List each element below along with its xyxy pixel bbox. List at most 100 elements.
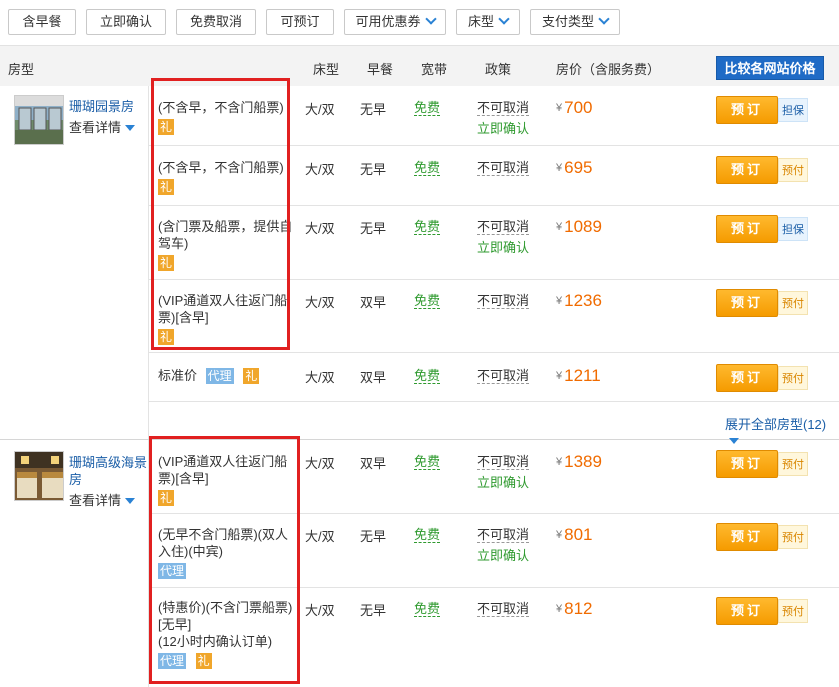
payment-tag-prepay: 预付 — [778, 525, 808, 549]
room-price: ¥1211 — [556, 366, 601, 386]
broadband-free[interactable]: 免费 — [414, 454, 441, 470]
table-header: 房型 床型 早餐 宽带 政策 房价（含服务费） 比较各网站价格 — [0, 45, 839, 86]
broadband-free[interactable]: 免费 — [414, 219, 441, 235]
breakfast: 无早 — [360, 603, 387, 618]
yen-symbol: ¥ — [556, 102, 563, 114]
bed-type: 大/双 — [305, 221, 335, 236]
filter-instant-confirm-button[interactable]: 立即确认 — [86, 9, 166, 35]
book-button[interactable]: 预订 — [716, 364, 778, 392]
cancel-policy[interactable]: 不可取消 — [477, 219, 530, 235]
book-button[interactable]: 预订 — [716, 523, 778, 551]
book-button[interactable]: 预订 — [716, 96, 778, 124]
caret-down-icon — [729, 438, 739, 444]
room-price: ¥1089 — [556, 217, 602, 237]
price-value: 812 — [564, 599, 593, 618]
broadband-free[interactable]: 免费 — [414, 601, 441, 617]
caret-down-icon — [125, 125, 136, 131]
cancel-policy[interactable]: 不可取消 — [477, 368, 530, 384]
view-details-link[interactable]: 查看详情 — [69, 117, 136, 136]
view-details-label: 查看详情 — [69, 493, 122, 508]
breakfast: 双早 — [360, 370, 387, 385]
chevron-down-icon — [498, 13, 510, 25]
bed-type: 大/双 — [305, 102, 335, 117]
bed-type: 大/双 — [305, 603, 335, 618]
breakfast: 无早 — [360, 162, 387, 177]
room-price: ¥801 — [556, 525, 593, 545]
compare-prices-button[interactable]: 比较各网站价格 — [716, 56, 824, 80]
payment-tag-prepay: 预付 — [778, 452, 808, 476]
room-price: ¥695 — [556, 158, 593, 178]
breakfast: 无早 — [360, 529, 387, 544]
cancel-policy[interactable]: 不可取消 — [477, 527, 530, 543]
room-price: ¥1389 — [556, 452, 602, 472]
broadband-free[interactable]: 免费 — [414, 293, 441, 309]
filter-coupon-dropdown[interactable]: 可用优惠券 — [344, 9, 446, 35]
cancel-policy[interactable]: 不可取消 — [477, 454, 530, 470]
yen-symbol: ¥ — [556, 603, 563, 615]
highlight-box — [151, 78, 290, 350]
yen-symbol: ¥ — [556, 456, 563, 468]
header-breakfast: 早餐 — [367, 62, 394, 77]
price-value: 1236 — [564, 291, 602, 310]
yen-symbol: ¥ — [556, 162, 563, 174]
payment-tag-prepay: 预付 — [778, 158, 808, 182]
book-button[interactable]: 预订 — [716, 289, 778, 317]
payment-tag-prepay: 预付 — [778, 599, 808, 623]
payment-tag-guarantee: 担保 — [778, 98, 808, 122]
book-button[interactable]: 预订 — [716, 450, 778, 478]
header-bed: 床型 — [313, 62, 340, 77]
price-value: 1211 — [564, 366, 601, 385]
expand-label: 展开全部房型(12) — [725, 417, 827, 432]
breakfast: 双早 — [360, 295, 387, 310]
instant-confirm: 立即确认 — [477, 121, 530, 136]
agent-badge: 代理 — [205, 368, 234, 384]
broadband-free[interactable]: 免费 — [414, 368, 441, 384]
cancel-policy[interactable]: 不可取消 — [477, 100, 530, 116]
instant-confirm: 立即确认 — [477, 240, 530, 255]
broadband-free[interactable]: 免费 — [414, 100, 441, 116]
bed-type: 大/双 — [305, 529, 335, 544]
header-price: 房价（含服务费） — [556, 62, 661, 77]
instant-confirm: 立即确认 — [477, 548, 530, 563]
room-divider — [0, 439, 839, 440]
yen-symbol: ¥ — [556, 370, 563, 382]
filter-payment-dropdown[interactable]: 支付类型 — [530, 9, 620, 35]
cancel-policy[interactable]: 不可取消 — [477, 601, 530, 617]
cancel-policy[interactable]: 不可取消 — [477, 293, 530, 309]
room-price: ¥1236 — [556, 291, 602, 311]
filter-free-cancel-button[interactable]: 免费取消 — [176, 9, 256, 35]
yen-symbol: ¥ — [556, 221, 563, 233]
payment-tag-guarantee: 担保 — [778, 217, 808, 241]
broadband-free[interactable]: 免费 — [414, 527, 441, 543]
room-photo[interactable] — [14, 451, 64, 501]
room-name[interactable]: 珊瑚园景房 — [69, 98, 134, 115]
cancel-policy[interactable]: 不可取消 — [477, 160, 530, 176]
book-button[interactable]: 预订 — [716, 156, 778, 184]
filter-bar: 含早餐 立即确认 免费取消 可预订 可用优惠券 床型 支付类型 — [0, 0, 839, 45]
instant-confirm: 立即确认 — [477, 475, 530, 490]
expand-all-room-types-link[interactable]: 展开全部房型(12) — [725, 414, 839, 448]
header-broadband: 宽带 — [421, 62, 448, 77]
filter-bookable-button[interactable]: 可预订 — [266, 9, 334, 35]
broadband-free[interactable]: 免费 — [414, 160, 441, 176]
book-button[interactable]: 预订 — [716, 597, 778, 625]
view-details-link[interactable]: 查看详情 — [69, 490, 136, 509]
filter-breakfast-button[interactable]: 含早餐 — [8, 9, 76, 35]
bed-type: 大/双 — [305, 295, 335, 310]
bed-type: 大/双 — [305, 370, 335, 385]
price-value: 801 — [564, 525, 593, 544]
room-photo[interactable] — [14, 95, 64, 145]
caret-down-icon — [125, 498, 136, 504]
room-photo-seaview — [15, 452, 63, 500]
rate-desc-line: 标准价 — [158, 368, 198, 383]
room-name[interactable]: 珊瑚高级海景房 — [69, 454, 147, 488]
book-button[interactable]: 预订 — [716, 215, 778, 243]
filter-bed-dropdown[interactable]: 床型 — [456, 9, 520, 35]
view-details-label: 查看详情 — [69, 120, 122, 135]
price-value: 1089 — [564, 217, 602, 236]
breakfast: 双早 — [360, 456, 387, 471]
payment-tag-prepay: 预付 — [778, 366, 808, 390]
rate-description: 标准价 代理 礼 — [158, 367, 260, 384]
breakfast: 无早 — [360, 102, 387, 117]
gift-badge: 礼 — [243, 368, 260, 384]
